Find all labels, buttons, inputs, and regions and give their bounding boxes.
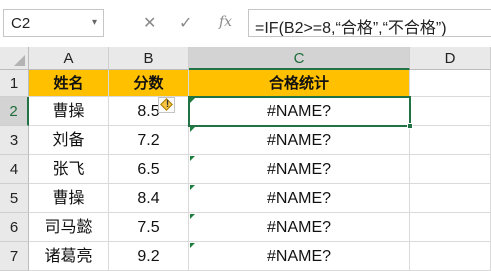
cell-text: 8.4	[137, 190, 160, 207]
cell-d3[interactable]	[410, 126, 491, 155]
cell-b4[interactable]: 6.5	[109, 155, 189, 184]
cell-d5[interactable]	[410, 184, 491, 213]
select-all-corner[interactable]	[0, 47, 29, 70]
formula-text: =IF(B2>=8,“合格”,“不合格”)	[255, 20, 447, 37]
cell-text: 合格统计	[268, 75, 329, 92]
cell-d6[interactable]	[410, 213, 491, 242]
cell-a4[interactable]: 张飞	[29, 155, 109, 184]
cell-b6[interactable]: 7.5	[109, 213, 189, 242]
error-indicator-icon	[190, 98, 195, 103]
cell-text: #NAME?	[266, 161, 332, 178]
error-smart-tag[interactable]: !	[158, 97, 175, 113]
error-indicator-icon	[190, 214, 195, 219]
formula-input[interactable]: =IF(B2>=8,“合格”,“不合格”)	[248, 9, 491, 37]
cell-text: 司马懿	[44, 219, 93, 236]
cell-text: #NAME?	[266, 132, 332, 149]
insert-function-icon[interactable]: fx	[219, 14, 232, 30]
cell-c5[interactable]: #NAME?	[189, 184, 410, 213]
cell-c7[interactable]: #NAME?	[189, 242, 410, 271]
cell-text: 分数	[133, 75, 164, 92]
cell-text: 8.5	[137, 103, 160, 120]
cell-text: #NAME?	[266, 103, 332, 120]
enter-icon[interactable]: ✓	[179, 13, 192, 33]
column-header-c[interactable]: C	[189, 47, 410, 70]
cell-text: 曹操	[52, 103, 85, 120]
cell-text: 7.2	[137, 132, 160, 149]
cell-a1[interactable]: 姓名	[29, 70, 109, 97]
cell-d1[interactable]	[410, 70, 491, 97]
fill-handle[interactable]	[407, 123, 413, 129]
cell-text: #NAME?	[266, 248, 332, 265]
row-header-7[interactable]: 7	[0, 242, 29, 271]
row-header-4[interactable]: 4	[0, 155, 29, 184]
cell-text: 9.2	[137, 248, 160, 265]
select-all-icon	[14, 55, 25, 66]
cell-d2[interactable]	[410, 97, 491, 126]
cell-text: 张飞	[52, 161, 85, 178]
cell-a3[interactable]: 刘备	[29, 126, 109, 155]
row-header-1[interactable]: 1	[0, 70, 29, 97]
row-header-5[interactable]: 5	[0, 184, 29, 213]
cell-text: #NAME?	[266, 219, 332, 236]
spreadsheet-grid: A B C D 1 2 3 4 5 6 7 姓名 分数 合格统计 曹操 8.5 …	[0, 47, 491, 271]
name-box-value: C2	[11, 15, 31, 32]
cell-text: #NAME?	[266, 190, 332, 207]
cell-a2[interactable]: 曹操	[29, 97, 109, 126]
column-header-d[interactable]: D	[410, 47, 491, 70]
row-header-3[interactable]: 3	[0, 126, 29, 155]
formula-buttons: ✕ ✓ fx	[131, 9, 243, 37]
name-box[interactable]: C2 ▾	[3, 9, 104, 37]
error-indicator-icon	[190, 243, 195, 248]
cell-c3[interactable]: #NAME?	[189, 126, 410, 155]
cancel-icon[interactable]: ✕	[143, 13, 156, 33]
cell-b5[interactable]: 8.4	[109, 184, 189, 213]
cell-text: 曹操	[52, 190, 85, 207]
cell-c2[interactable]: #NAME?	[189, 97, 410, 126]
row-header-6[interactable]: 6	[0, 213, 29, 242]
column-header-a[interactable]: A	[29, 47, 109, 70]
cell-c4[interactable]: #NAME?	[189, 155, 410, 184]
formula-bar: C2 ▾ ✕ ✓ fx =IF(B2>=8,“合格”,“不合格”)	[0, 0, 491, 47]
cell-b1[interactable]: 分数	[109, 70, 189, 97]
cell-b7[interactable]: 9.2	[109, 242, 189, 271]
name-box-dropdown-icon[interactable]: ▾	[92, 17, 97, 28]
cell-text: 刘备	[52, 132, 85, 149]
row-header-2[interactable]: 2	[0, 97, 29, 126]
cell-d7[interactable]	[410, 242, 491, 271]
exclamation-glyph: !	[165, 99, 170, 110]
cell-b2[interactable]: 8.5	[109, 97, 189, 126]
cell-d4[interactable]	[410, 155, 491, 184]
error-indicator-icon	[190, 127, 195, 132]
column-header-b[interactable]: B	[109, 47, 189, 70]
cell-a5[interactable]: 曹操	[29, 184, 109, 213]
cell-c6[interactable]: #NAME?	[189, 213, 410, 242]
cell-text: 6.5	[137, 161, 160, 178]
cell-c1[interactable]: 合格统计	[189, 70, 410, 97]
cell-text: 姓名	[53, 75, 84, 92]
error-indicator-icon	[190, 156, 195, 161]
cell-a7[interactable]: 诸葛亮	[29, 242, 109, 271]
cell-a6[interactable]: 司马懿	[29, 213, 109, 242]
cell-text: 诸葛亮	[44, 248, 93, 265]
cell-b3[interactable]: 7.2	[109, 126, 189, 155]
error-indicator-icon	[190, 185, 195, 190]
cell-text: 7.5	[137, 219, 160, 236]
